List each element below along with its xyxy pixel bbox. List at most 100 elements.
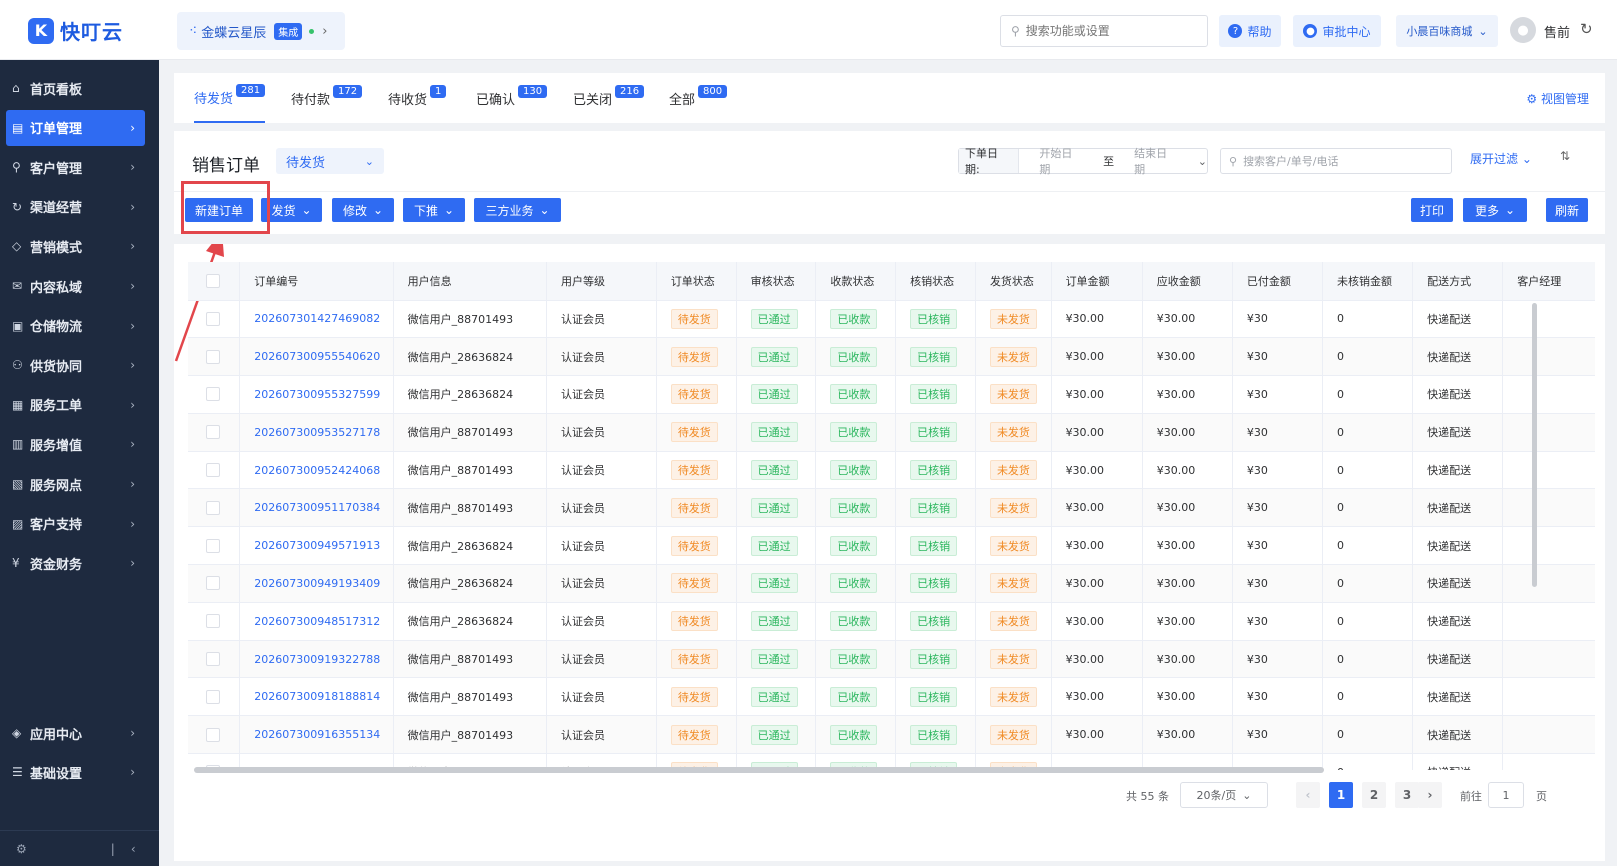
row-checkbox[interactable] — [206, 463, 220, 478]
sidebar-item[interactable]: ⚇ 供货协同 › — [6, 347, 145, 383]
print-button[interactable]: 打印 — [1411, 198, 1453, 222]
column-header[interactable]: 订单状态 — [656, 262, 737, 301]
order-number-link[interactable]: 202607300949571913 — [254, 539, 380, 552]
logo[interactable]: K 快叮云 — [28, 16, 123, 45]
sidebar-item[interactable]: ▧ 服务网点 › — [6, 466, 145, 502]
table-row[interactable]: 202607300949193409 微信用户_28636824 认证会员 待发货 已通… — [188, 564, 1595, 603]
row-checkbox[interactable] — [206, 538, 220, 553]
row-checkbox[interactable] — [206, 311, 220, 326]
table-row[interactable]: 202607300949571913 微信用户_28636824 认证会员 待发货 已通… — [188, 526, 1595, 566]
horizontal-scrollbar[interactable] — [194, 767, 1324, 773]
page-number-button[interactable]: 3 — [1395, 782, 1419, 808]
row-checkbox[interactable] — [206, 689, 220, 704]
table-row[interactable]: 202607300918188814 微信用户_88701493 认证会员 待发货 已通… — [188, 677, 1595, 717]
order-number-link[interactable]: 202607300955540620 — [254, 350, 380, 363]
row-checkbox[interactable] — [206, 387, 220, 402]
modify-button[interactable]: 修改 ⌄ — [332, 198, 394, 222]
sidebar-item[interactable]: ▨ 客户支持 › — [6, 506, 145, 542]
table-row[interactable]: 202607300916355134 微信用户_88701493 认证会员 待发货 已通… — [188, 715, 1595, 755]
select-all-checkbox[interactable] — [206, 273, 220, 288]
page-size-select[interactable]: 20条/页 ⌄ — [1180, 782, 1268, 808]
sort-icon[interactable]: ⇅ — [1560, 149, 1570, 163]
column-header[interactable]: 客户经理 — [1502, 262, 1595, 301]
global-search-input[interactable] — [1025, 24, 1196, 38]
sidebar-item[interactable]: ▦ 服务工单 › — [6, 387, 145, 423]
row-checkbox[interactable] — [206, 425, 220, 440]
order-number-link[interactable]: 202607300919322788 — [254, 653, 380, 666]
row-checkbox[interactable] — [206, 652, 220, 667]
third-party-button[interactable]: 三方业务 ⌄ — [474, 198, 561, 222]
column-header[interactable]: 应收金额 — [1142, 262, 1233, 301]
row-checkbox[interactable] — [206, 349, 220, 364]
order-number-link[interactable]: 202607300949193409 — [254, 577, 380, 590]
column-header[interactable]: 发货状态 — [975, 262, 1052, 301]
order-number-link[interactable]: 202607300952424068 — [254, 464, 380, 477]
sidebar-item[interactable]: ☰ 基础设置 › — [6, 754, 145, 790]
table-row[interactable]: 202607300955327599 微信用户_28636824 认证会员 待发货 已通… — [188, 375, 1595, 414]
tab-item[interactable]: 待发货 281 — [194, 73, 266, 123]
table-row[interactable]: 202607300919322788 微信用户_88701493 认证会员 待发货 已通… — [188, 640, 1595, 679]
reload-icon[interactable]: ↻ — [1580, 20, 1593, 38]
row-checkbox[interactable] — [206, 500, 220, 515]
column-header[interactable]: 用户信息 — [393, 262, 547, 301]
column-header[interactable]: 收款状态 — [815, 262, 897, 301]
sidebar-item[interactable]: ✉ 内容私域 › — [6, 268, 145, 304]
sidebar-item[interactable]: ⌂ 首页看板 — [6, 70, 145, 106]
tab-item[interactable]: 待收货 1 — [388, 73, 447, 123]
column-header[interactable]: 已付金额 — [1232, 262, 1324, 301]
approval-center-button[interactable]: ● 审批中心 — [1293, 15, 1381, 47]
vertical-scrollbar[interactable] — [1532, 303, 1537, 587]
date-start-placeholder[interactable]: 开始日期 — [1039, 145, 1083, 177]
order-number-link[interactable]: 202607300955327599 — [254, 388, 380, 401]
store-select[interactable]: 小晨百味商城 ⌄ — [1396, 15, 1498, 47]
order-search-input[interactable]: 搜索客户/单号/电话 — [1243, 153, 1338, 169]
more-button[interactable]: 更多 ⌄ — [1463, 198, 1527, 222]
refresh-button[interactable]: 刷新 — [1546, 198, 1588, 222]
order-number-link[interactable]: 202607300918188814 — [254, 690, 380, 703]
next-page-button[interactable]: › — [1418, 782, 1442, 808]
tab-item[interactable]: 待付款 172 — [291, 73, 363, 123]
expand-filter-button[interactable]: 展开过滤 ⌄ — [1470, 150, 1532, 167]
order-search[interactable]: ⚲ 搜索客户/单号/电话 — [1220, 148, 1452, 174]
table-row[interactable]: 202607300955540620 微信用户_28636824 认证会员 待发货 已通… — [188, 337, 1595, 377]
row-checkbox[interactable] — [206, 614, 220, 629]
order-number-link[interactable]: 202607300916355134 — [254, 728, 380, 741]
table-row[interactable]: 202607300953527178 微信用户_88701493 认证会员 待发货 已通… — [188, 413, 1595, 452]
collapse-sidebar-icon[interactable]: ‹ — [131, 842, 136, 856]
table-row[interactable]: 202607300952424068 微信用户_88701493 认证会员 待发货 已通… — [188, 451, 1595, 490]
column-header[interactable]: 用户等级 — [546, 262, 657, 301]
avatar[interactable]: ● — [1510, 17, 1536, 43]
settings-icon[interactable]: ⚙ — [16, 842, 27, 856]
global-search[interactable]: ⚲ — [1000, 15, 1208, 47]
brand-switcher[interactable]: ⁖ 金蝶云星辰 集成 › — [177, 12, 345, 50]
row-checkbox[interactable] — [206, 727, 220, 742]
column-header[interactable]: 核销状态 — [895, 262, 976, 301]
column-header[interactable]: 订单金额 — [1051, 262, 1143, 301]
tab-item[interactable]: 已确认 130 — [476, 73, 548, 123]
column-header[interactable]: 订单编号 — [239, 262, 394, 301]
order-number-link[interactable]: 202607301427469082 — [254, 312, 380, 325]
sidebar-item[interactable]: ▤ 订单管理 › — [6, 109, 145, 146]
order-date-range[interactable]: 下单日期: 开始日期 至 结束日期 ⌄ — [958, 145, 1208, 177]
sidebar-item[interactable]: ◇ 营销模式 › — [6, 228, 145, 264]
goto-page-input[interactable]: 1 — [1488, 782, 1524, 808]
help-button[interactable]: ? 帮助 — [1219, 15, 1281, 47]
sidebar-item[interactable]: ▥ 服务增值 › — [6, 426, 145, 462]
table-row[interactable]: 202607300948517312 微信用户_28636824 认证会员 待发货 已通… — [188, 602, 1595, 641]
status-filter-select[interactable]: 待发货 ⌄ — [276, 148, 384, 174]
sidebar-item[interactable]: ◈ 应用中心 › — [6, 715, 145, 751]
column-header[interactable]: 未核销金额 — [1322, 262, 1414, 301]
prev-page-button[interactable]: ‹ — [1296, 782, 1320, 808]
order-number-link[interactable]: 202607300948517312 — [254, 615, 380, 628]
sidebar-item[interactable]: ↻ 渠道经营 › — [6, 189, 145, 225]
page-number-button[interactable]: 1 — [1329, 782, 1353, 808]
sidebar-item[interactable]: ⚲ 客户管理 › — [6, 149, 145, 185]
view-manage-button[interactable]: ⚙ 视图管理 — [1526, 90, 1589, 107]
sidebar-item[interactable]: ¥ 资金财务 › — [6, 545, 145, 581]
order-number-link[interactable]: 202607300951170384 — [254, 501, 380, 514]
table-row[interactable]: 202607301427469082 微信用户_88701493 认证会员 待发货 已通… — [188, 300, 1595, 339]
order-number-link[interactable]: 202607300953527178 — [254, 426, 380, 439]
date-end-placeholder[interactable]: 结束日期 — [1134, 145, 1178, 177]
table-row[interactable]: 202607300951170384 微信用户_88701493 认证会员 待发货 已通… — [188, 488, 1595, 528]
sidebar-item[interactable]: ▣ 仓储物流 › — [6, 308, 145, 344]
